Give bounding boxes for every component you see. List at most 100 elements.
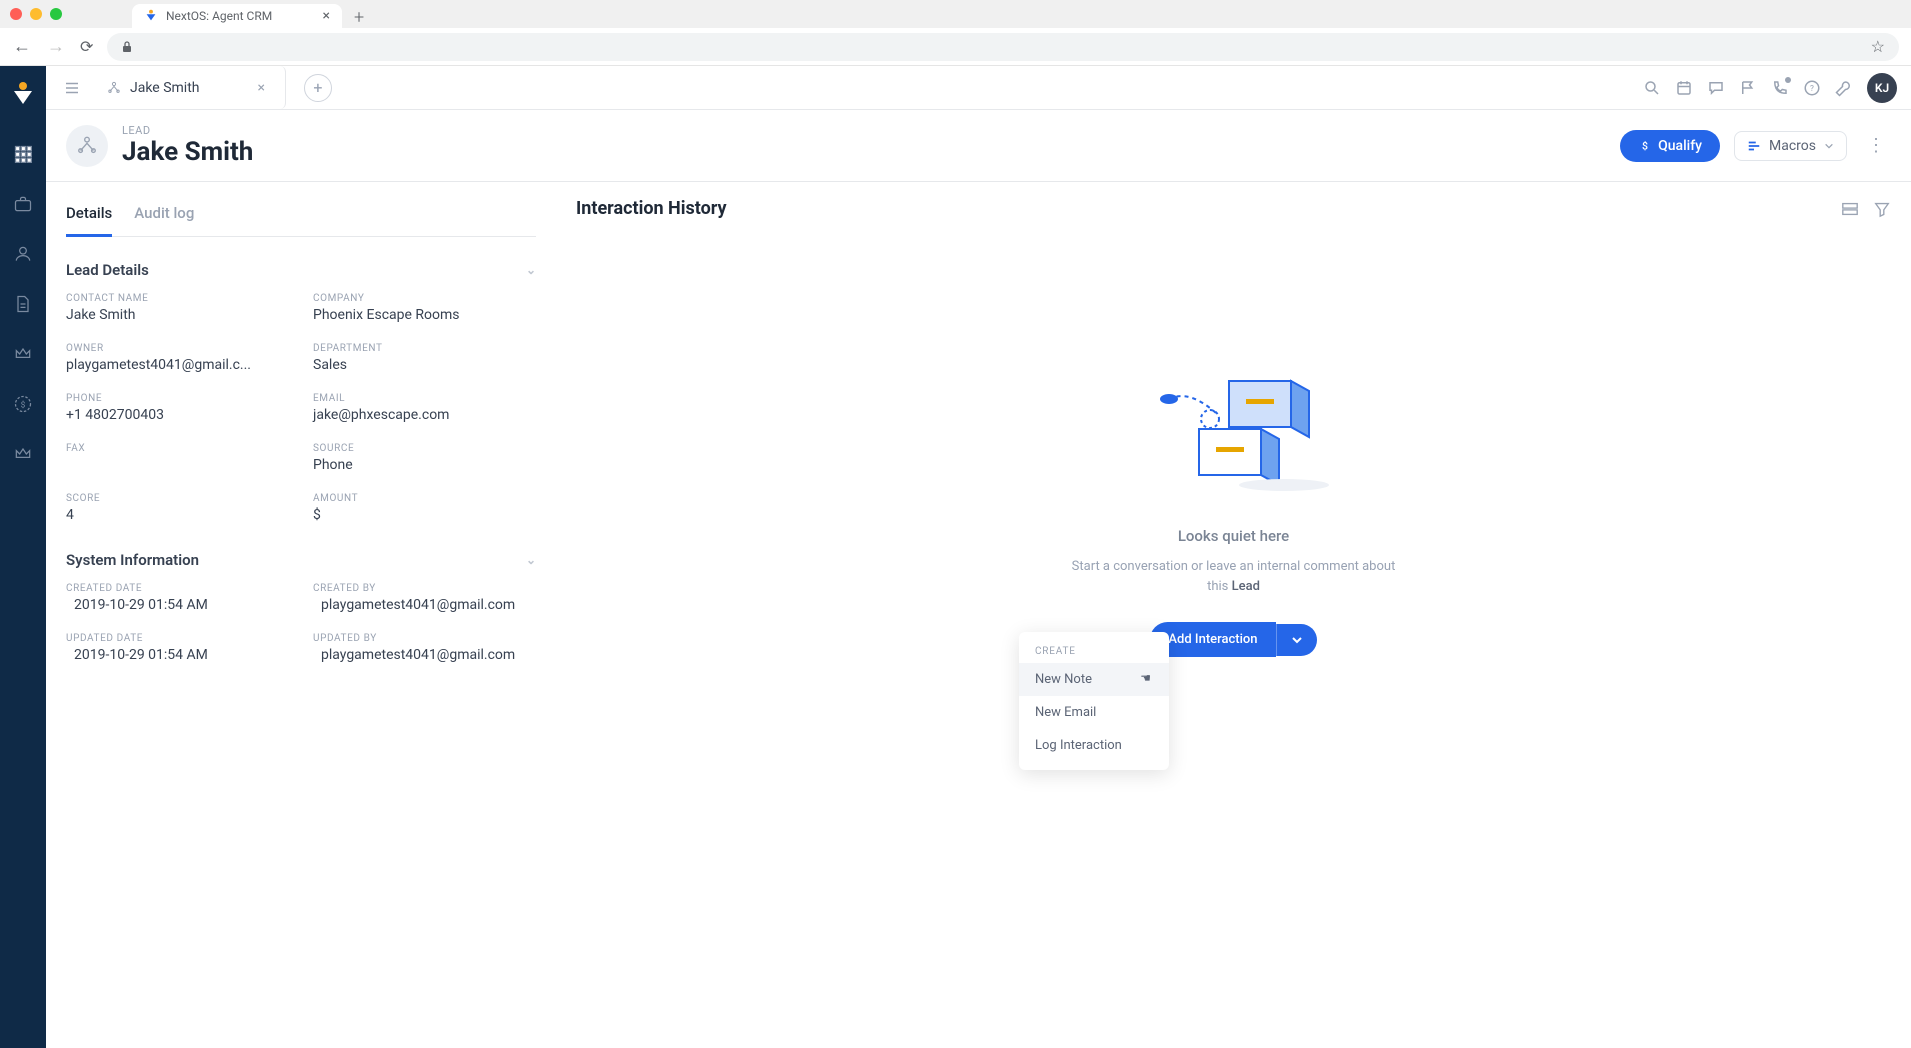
macros-button[interactable]: Macros [1734, 131, 1847, 161]
field-department: DEPARTMENT Sales [313, 343, 536, 373]
browser-chrome: NextOS: Agent CRM × + [0, 0, 1911, 28]
url-bar[interactable]: ☆ [107, 33, 1899, 61]
field-value[interactable]: Jake Smith [66, 307, 289, 323]
help-icon[interactable]: ? [1803, 79, 1821, 97]
user-icon[interactable] [11, 242, 35, 266]
field-owner: OWNER playgametest4041@gmail.c... [66, 343, 289, 373]
record-name: Jake Smith [122, 137, 253, 167]
list-toggle-icon[interactable] [60, 76, 84, 100]
chevron-down-icon: ⌄ [526, 553, 536, 567]
field-label: COMPANY [313, 293, 536, 304]
macros-icon [1747, 139, 1761, 153]
new-tab-button[interactable]: + [354, 7, 364, 28]
workspace-tab-close-icon[interactable]: × [257, 80, 264, 96]
window-close[interactable] [10, 8, 22, 20]
subtabs: Details Audit log [66, 198, 536, 237]
record-meta: LEAD Jake Smith [122, 124, 253, 167]
more-menu-icon[interactable]: ⋮ [1861, 135, 1891, 156]
dropdown-item-new-note[interactable]: New Note ☚ [1019, 663, 1169, 696]
details-panel: Details Audit log Lead Details ⌄ CONTACT… [46, 182, 556, 1048]
qualify-label: Qualify [1658, 138, 1702, 154]
dropdown-header: CREATE [1019, 640, 1169, 663]
crown-icon[interactable] [11, 342, 35, 366]
svg-text:?: ? [1810, 84, 1814, 94]
tab-close-icon[interactable]: × [323, 8, 330, 24]
field-contact-name: CONTACT NAME Jake Smith [66, 293, 289, 323]
layout-toggle-icon[interactable] [1841, 200, 1859, 218]
section-system-info[interactable]: System Information ⌄ [66, 541, 536, 575]
subtab-details[interactable]: Details [66, 198, 112, 237]
briefcase-icon[interactable] [11, 192, 35, 216]
field-company: COMPANY Phoenix Escape Rooms [313, 293, 536, 323]
window-minimize[interactable] [30, 8, 42, 20]
qualify-button[interactable]: $ Qualify [1620, 130, 1720, 162]
svg-text:$: $ [21, 399, 26, 410]
field-value: 2019-10-29 01:54 AM [66, 647, 289, 663]
workspace-tab-lead[interactable]: Jake Smith × [92, 66, 286, 109]
interaction-history-panel: Interaction History [556, 182, 1911, 1048]
add-workspace-tab-button[interactable]: + [304, 74, 332, 102]
field-value[interactable]: Sales [313, 357, 536, 373]
avatar[interactable]: KJ [1867, 73, 1897, 103]
nav-back-icon[interactable]: ← [12, 36, 32, 57]
dropdown-item-log-interaction[interactable]: Log Interaction [1019, 729, 1169, 762]
add-interaction-button[interactable]: Add Interaction [1150, 622, 1275, 657]
app-logo[interactable] [9, 80, 37, 108]
section-lead-details[interactable]: Lead Details ⌄ [66, 251, 536, 285]
chat-icon[interactable] [1707, 79, 1725, 97]
field-label: CREATED DATE [66, 583, 289, 594]
dropdown-item-new-email[interactable]: New Email [1019, 696, 1169, 729]
field-updated-date: UPDATED DATE 2019-10-29 01:54 AM [66, 633, 289, 663]
lock-icon [121, 41, 133, 53]
crown-outline-icon[interactable] [11, 442, 35, 466]
nav-forward-icon[interactable]: → [46, 36, 66, 57]
window-maximize[interactable] [50, 8, 62, 20]
subtab-audit-log[interactable]: Audit log [134, 198, 194, 236]
svg-text:$: $ [1642, 139, 1648, 152]
field-value: playgametest4041@gmail.com [313, 647, 536, 663]
chevron-down-icon [1824, 141, 1834, 151]
field-updated-by: UPDATED BY playgametest4041@gmail.com [313, 633, 536, 663]
dropdown-item-label: New Note [1035, 672, 1092, 687]
flag-icon[interactable] [1739, 79, 1757, 97]
field-source: SOURCE Phone [313, 443, 536, 473]
field-label: SCORE [66, 493, 289, 504]
apps-grid-icon[interactable] [11, 142, 35, 166]
empty-state-subtitle: Start a conversation or leave an interna… [1064, 557, 1404, 596]
field-label: FAX [66, 443, 289, 454]
wrench-icon[interactable] [1835, 79, 1853, 97]
field-value[interactable]: jake@phxescape.com [313, 407, 536, 423]
browser-tab-active[interactable]: NextOS: Agent CRM × [132, 4, 342, 28]
field-label: EMAIL [313, 393, 536, 404]
field-value[interactable]: Phone [313, 457, 536, 473]
field-label: CREATED BY [313, 583, 536, 594]
section-system-info-title: System Information [66, 551, 199, 569]
add-interaction-dropdown-toggle[interactable] [1276, 624, 1317, 656]
dollar-circle-icon[interactable]: $ [11, 392, 35, 416]
filter-icon[interactable] [1873, 200, 1891, 218]
field-value[interactable]: Phoenix Escape Rooms [313, 307, 536, 323]
address-bar-row: ← → ⟳ ☆ [0, 28, 1911, 66]
field-value[interactable]: +1 4802700403 [66, 407, 289, 423]
document-icon[interactable] [11, 292, 35, 316]
field-fax: FAX [66, 443, 289, 473]
field-value[interactable]: $ [313, 507, 536, 523]
record-type-icon [66, 125, 108, 167]
calendar-icon[interactable] [1675, 79, 1693, 97]
field-label: DEPARTMENT [313, 343, 536, 354]
reload-icon[interactable]: ⟳ [80, 37, 93, 56]
empty-state: Looks quiet here Start a conversation or… [576, 369, 1891, 657]
field-label: UPDATED BY [313, 633, 536, 644]
left-rail: $ [0, 66, 46, 1048]
traffic-lights [10, 8, 62, 20]
field-value[interactable]: playgametest4041@gmail.c... [66, 357, 289, 373]
favicon [144, 9, 158, 23]
field-value[interactable]: 4 [66, 507, 289, 523]
browser-tabs: NextOS: Agent CRM × + [132, 0, 364, 28]
chevron-down-icon: ⌄ [526, 263, 536, 277]
phone-icon[interactable] [1771, 79, 1789, 97]
field-label: CONTACT NAME [66, 293, 289, 304]
search-icon[interactable] [1643, 79, 1661, 97]
field-label: SOURCE [313, 443, 536, 454]
bookmark-star-icon[interactable]: ☆ [1871, 37, 1885, 56]
